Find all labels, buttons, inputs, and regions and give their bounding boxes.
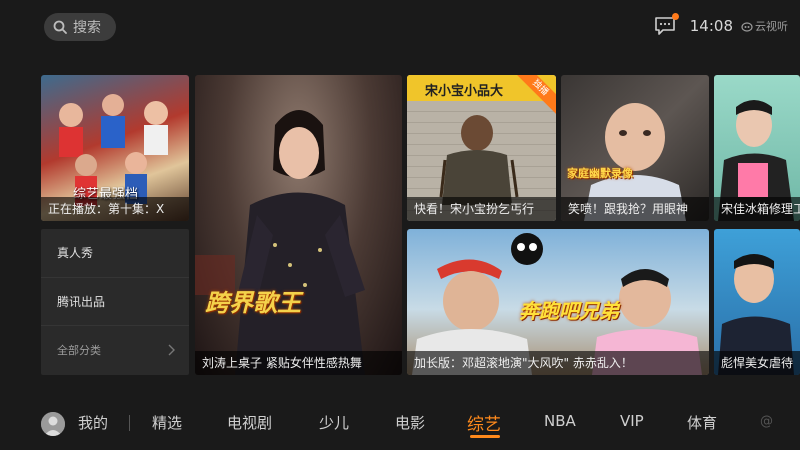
show-logo: 家庭幽默录像 (567, 167, 633, 180)
avatar[interactable] (41, 412, 65, 436)
tile-caption: 宋佳冰箱修理工 (714, 197, 800, 221)
tab-more[interactable]: @ (760, 414, 773, 429)
tile-feature[interactable]: 跨界歌王 刘涛上桌子 紧贴女伴性感热舞 (195, 75, 402, 375)
tile-caption: 快看！宋小宝扮乞丐行 (407, 197, 556, 221)
search-label: 搜索 (73, 20, 101, 36)
menu-item-reality-show[interactable]: 真人秀 (41, 229, 189, 278)
category-menu: 真人秀 腾讯出品 全部分类 (41, 229, 189, 375)
tab-variety[interactable]: 综艺 (467, 410, 501, 435)
show-logo: 跨界歌王 (205, 289, 301, 317)
tile-now-playing[interactable]: 综艺最强档 正在播放：第十集：X (41, 75, 189, 221)
tab-featured[interactable]: 精选 (152, 412, 182, 433)
tile-caption: 正在播放：第十集：X (41, 197, 189, 221)
tile-video[interactable]: 家庭幽默录像 笑喷！跟我抢？用眼神 (561, 75, 709, 221)
clock: 14:08 (689, 17, 733, 35)
tile-caption: 加长版：邓超滚地演"大风吹" 赤赤乱入！ (407, 351, 709, 375)
tile-banner: 宋小宝小品大 (425, 84, 504, 99)
tab-vip[interactable]: VIP (620, 412, 644, 430)
active-tab-indicator (470, 435, 500, 438)
tab-movies[interactable]: 电影 (395, 412, 425, 433)
brand-icon (741, 22, 753, 32)
menu-item-label: 腾讯出品 (57, 294, 106, 309)
tab-kids[interactable]: 少儿 (319, 412, 349, 433)
tab-nba[interactable]: NBA (544, 412, 576, 430)
message-button[interactable] (654, 13, 679, 36)
nav-divider (129, 415, 130, 431)
notification-dot (671, 13, 679, 20)
menu-item-label: 全部分类 (57, 344, 101, 358)
tile-caption: 刘涛上桌子 紧贴女伴性感热舞 (195, 351, 402, 375)
tile-caption: 笑喷！跟我抢？用眼神 (561, 197, 709, 221)
tile-video[interactable]: 宋小宝小品大 独播 快看！宋小宝扮乞丐行 (407, 75, 556, 221)
tile-figures (195, 110, 365, 375)
brand-logo: 云视听 (741, 18, 788, 34)
menu-item-label: 真人秀 (57, 246, 94, 261)
tile-video[interactable]: 宋佳冰箱修理工 (714, 75, 800, 221)
search-icon (53, 20, 67, 34)
user-icon (41, 412, 65, 436)
tab-tv-series[interactable]: 电视剧 (227, 412, 272, 433)
tile-video[interactable]: 彪悍美女虐待 (714, 229, 800, 375)
menu-item-all-categories[interactable]: 全部分类 (41, 326, 189, 375)
bottom-nav: 我的 精选 电视剧 少儿 电影 综艺 NBA VIP 体育 @ (0, 400, 800, 446)
menu-item-tencent-original[interactable]: 腾讯出品 (41, 278, 189, 327)
tile-video[interactable]: 奔跑吧兄弟 加长版：邓超滚地演"大风吹" 赤赤乱入！ (407, 229, 709, 375)
search-button[interactable]: 搜索 (44, 13, 116, 41)
tab-sports[interactable]: 体育 (687, 412, 717, 433)
brand-text: 云视听 (755, 20, 788, 33)
tile-caption: 彪悍美女虐待 (714, 351, 800, 375)
tab-profile[interactable]: 我的 (78, 412, 108, 433)
chevron-right-icon (168, 344, 175, 356)
show-logo: 奔跑吧兄弟 (519, 299, 619, 323)
